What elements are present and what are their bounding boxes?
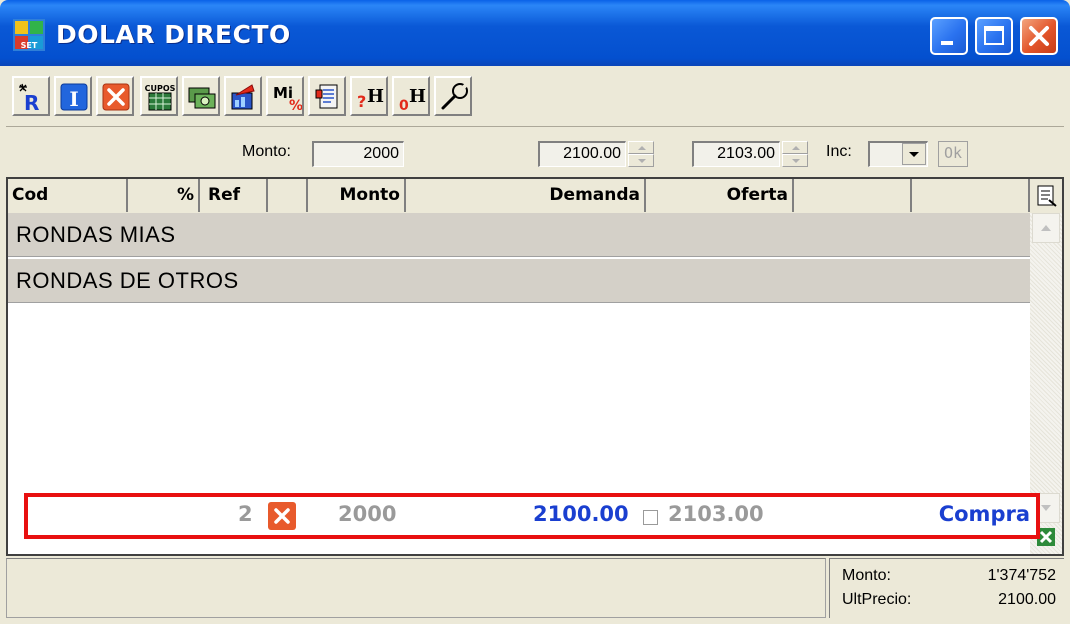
maximize-button[interactable] xyxy=(975,17,1013,55)
col-blank-header[interactable] xyxy=(268,179,308,212)
demanda-price-spinner[interactable] xyxy=(628,141,654,167)
report-button[interactable] xyxy=(308,76,346,116)
chart-arrow-icon xyxy=(231,84,255,110)
status-monto-value: 1'374'752 xyxy=(987,567,1056,584)
col-blank3-header[interactable] xyxy=(912,179,1030,212)
col-pct-header[interactable]: % xyxy=(128,179,200,212)
col-ref-header[interactable]: Ref xyxy=(200,179,268,212)
svg-text:R: R xyxy=(24,91,39,113)
question-h-icon: ? H xyxy=(357,86,384,111)
close-icon xyxy=(1029,26,1049,46)
svg-text:CUPOS: CUPOS xyxy=(145,84,176,93)
status-ultprecio-label: UltPrecio: xyxy=(842,591,912,608)
zero-h-button[interactable]: 0 H xyxy=(392,76,430,116)
inc-label: Inc: xyxy=(826,143,852,160)
close-button[interactable] xyxy=(1020,17,1058,55)
cupos-button[interactable]: CUPOS xyxy=(140,76,178,116)
svg-text:I: I xyxy=(69,87,78,111)
down-arrow-icon xyxy=(792,159,800,163)
col-oferta-header[interactable]: Oferta xyxy=(646,179,794,212)
down-arrow-icon xyxy=(638,159,646,163)
status-bar: Monto: 1'374'752 UltPrecio: 2100.00 xyxy=(6,558,1064,618)
oferta-price-spinner[interactable] xyxy=(782,141,808,167)
col-blank2-header[interactable] xyxy=(794,179,912,212)
title-bar[interactable]: SET DOLAR DIRECTO xyxy=(0,0,1070,66)
column-chooser-icon[interactable] xyxy=(1036,184,1058,208)
table-row[interactable]: 2 2000 2100.00 2103.00 Compra xyxy=(24,493,1040,539)
info-i-icon: I xyxy=(60,83,88,111)
scroll-up-button[interactable] xyxy=(1032,213,1060,243)
status-left-panel xyxy=(6,558,826,618)
r-sparkle-button[interactable]: R xyxy=(12,76,50,116)
group-rondas-mias[interactable]: RONDAS MIAS xyxy=(8,213,1030,257)
wrench-icon xyxy=(441,83,468,110)
dolar-directo-window: SET DOLAR DIRECTO R I CUPOS Mi % ? H 0 H… xyxy=(0,0,1070,624)
group-rondas-de-otros[interactable]: RONDAS DE OTROS xyxy=(8,259,1030,303)
row-monto: 2000 xyxy=(338,502,397,526)
spin-up-button[interactable] xyxy=(628,141,654,154)
red-x-icon xyxy=(102,83,130,111)
r-sparkle-icon: R xyxy=(19,83,39,113)
grid-header: Cod % Ref Monto Demanda Oferta xyxy=(8,179,1062,214)
delete-row-icon[interactable] xyxy=(268,502,296,530)
zero-h-icon: 0 H xyxy=(399,86,426,113)
svg-text:%: % xyxy=(289,98,302,113)
order-entry-bar: Monto: 2000 2100.00 2103.00 Inc: Ok xyxy=(6,127,1064,175)
cash-notes-icon xyxy=(188,87,216,109)
oferta-price-input[interactable]: 2103.00 xyxy=(692,141,780,167)
monto-label: Monto: xyxy=(242,143,291,160)
status-right-panel: Monto: 1'374'752 UltPrecio: 2100.00 xyxy=(829,558,1064,618)
minimize-button[interactable] xyxy=(930,17,968,55)
cupos-grid-icon: CUPOS xyxy=(145,84,176,111)
col-cod-header[interactable]: Cod xyxy=(8,179,128,212)
chevron-down-icon xyxy=(909,152,919,157)
col-demanda-header[interactable]: Demanda xyxy=(406,179,646,212)
dolar-directo-logo-icon: SET xyxy=(12,18,46,52)
inc-dropdown-button[interactable] xyxy=(902,143,926,165)
col-monto-header[interactable]: Monto xyxy=(308,179,406,212)
spin-down-button[interactable] xyxy=(628,154,654,167)
svg-text:H: H xyxy=(409,86,426,107)
mi-percent-icon: Mi % xyxy=(273,84,302,113)
row-oferta: 2103.00 xyxy=(668,502,764,526)
up-arrow-icon xyxy=(1041,225,1051,231)
svg-text:SET: SET xyxy=(21,41,38,50)
cancel-button[interactable] xyxy=(96,76,134,116)
row-checkbox[interactable] xyxy=(643,510,658,525)
demanda-price-input[interactable]: 2100.00 xyxy=(538,141,626,167)
ok-button[interactable]: Ok xyxy=(938,141,968,167)
up-arrow-icon xyxy=(638,146,646,150)
row-tipo: Compra xyxy=(938,502,1030,526)
maximize-icon xyxy=(984,26,1004,45)
row-demanda: 2100.00 xyxy=(533,502,629,526)
spin-up-button[interactable] xyxy=(782,141,808,154)
status-ultprecio-value: 2100.00 xyxy=(998,591,1056,608)
up-arrow-icon xyxy=(792,146,800,150)
status-monto-label: Monto: xyxy=(842,567,891,584)
chart-button[interactable] xyxy=(224,76,262,116)
rondas-grid: Cod % Ref Monto Demanda Oferta RONDAS MI… xyxy=(6,177,1064,556)
report-list-icon xyxy=(315,84,338,109)
mis-percent-button[interactable]: Mi % xyxy=(266,76,304,116)
minimize-icon xyxy=(941,41,953,45)
info-button[interactable]: I xyxy=(54,76,92,116)
svg-text:H: H xyxy=(367,86,384,107)
window-title: DOLAR DIRECTO xyxy=(56,20,291,49)
monto-input[interactable]: 2000 xyxy=(312,141,404,167)
spin-down-button[interactable] xyxy=(782,154,808,167)
tools-button[interactable] xyxy=(434,76,472,116)
row-pct: 2 xyxy=(238,502,253,526)
help-h-button[interactable]: ? H xyxy=(350,76,388,116)
svg-text:?: ? xyxy=(357,92,366,111)
cash-button[interactable] xyxy=(182,76,220,116)
svg-text:0: 0 xyxy=(399,98,409,113)
toolbar: R I CUPOS Mi % ? H 0 H xyxy=(6,66,1064,127)
